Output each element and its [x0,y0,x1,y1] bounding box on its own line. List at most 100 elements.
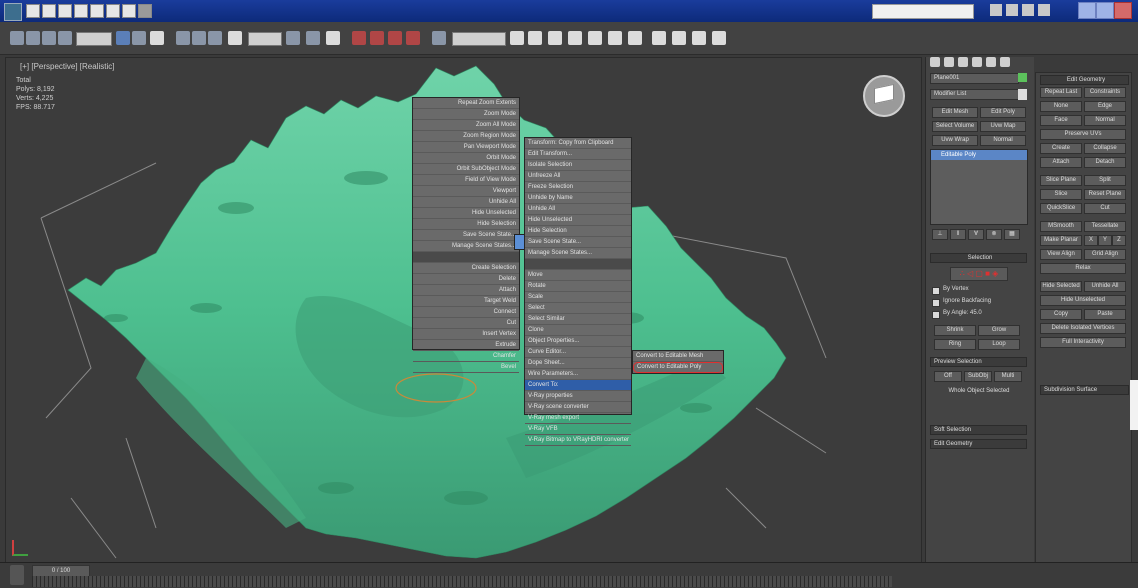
spinner-snap-icon[interactable] [406,31,420,45]
modifier-button[interactable]: Uvw Wrap [932,135,978,146]
modifier-stack[interactable]: Editable Poly [930,149,1028,225]
quad-menu-item[interactable]: Scale [525,292,631,303]
full-interactivity-checkbox[interactable]: Full Interactivity [1040,337,1126,348]
quad-menu-item[interactable]: Unfreeze All [525,171,631,182]
modifier-button[interactable]: Select Volume [932,121,978,132]
coordinate-system-dropdown[interactable] [248,32,282,46]
grid-align-button[interactable]: Grid Align [1084,249,1126,260]
hierarchy-tab-icon[interactable] [958,57,968,67]
create-button[interactable]: Create [1040,143,1082,154]
utilities-tab-icon[interactable] [1000,57,1010,67]
quad-menu-item[interactable]: Repeat Zoom Extents [413,98,519,109]
help-icon[interactable] [1038,4,1050,16]
select-object-icon[interactable] [116,31,130,45]
shrink-button[interactable]: Shrink [934,325,976,336]
copy-button[interactable]: Copy [1040,309,1082,320]
redo-icon[interactable] [90,4,104,18]
snaps-toggle-icon[interactable] [352,31,366,45]
quad-menu-item[interactable]: V-Ray mesh export [525,413,631,424]
quad-menu-item[interactable]: Target Weld [413,296,519,307]
quad-menu-item[interactable]: Hide Selection [525,226,631,237]
minimize-button[interactable] [1078,2,1096,19]
quad-menu-item[interactable]: Wire Parameters... [525,369,631,380]
quad-menu-item[interactable]: V-Ray Bitmap to VRayHDRI converter [525,435,631,446]
hide-unselected-button[interactable]: Hide Unselected [1040,295,1126,306]
quad-menu-item[interactable]: Orbit SubObject Mode [413,164,519,175]
display-tab-icon[interactable] [986,57,996,67]
select-manipulate-icon[interactable] [306,31,320,45]
selection-filter-dropdown[interactable] [76,32,112,46]
make-unique-icon[interactable]: ∀ [968,229,984,240]
reference-coordinate-icon[interactable] [228,31,242,45]
make-planar-button[interactable]: Make Planar [1040,235,1082,246]
close-button[interactable] [1114,2,1132,19]
layer-manager-icon[interactable] [548,31,562,45]
quad-menu-item[interactable]: Edit Transform... [525,149,631,160]
quad-menu-item[interactable]: Clone [525,325,631,336]
hide-selected-button[interactable]: Hide Selected [1040,281,1082,292]
quad-menu-item[interactable]: V-Ray VFB [525,424,631,435]
constraint-none-radio[interactable]: None [1040,101,1082,112]
quad-menu-item[interactable]: Move [525,270,631,281]
slice-button[interactable]: Slice [1040,189,1082,200]
quad-menu-item[interactable]: Chamfer [413,351,519,362]
mini-curve-editor-icon[interactable] [10,565,24,585]
convert-to-editable-mesh-item[interactable]: Convert to Editable Mesh [633,351,723,362]
show-end-result-icon[interactable]: ‖ [950,229,966,240]
quad-menu-item[interactable]: Extrude [413,340,519,351]
pivot-center-icon[interactable] [286,31,300,45]
new-icon[interactable] [26,4,40,18]
quad-menu-item[interactable]: Orbit Mode [413,153,519,164]
viewcube[interactable] [863,75,905,117]
toolbar-dropdown-icon[interactable] [712,31,726,45]
infocenter-icon[interactable] [990,4,1002,16]
open-icon[interactable] [42,4,56,18]
app-icon[interactable] [4,3,22,21]
mirror-icon[interactable] [510,31,524,45]
undo-icon[interactable] [74,4,88,18]
panel-scrollbar[interactable] [1130,380,1138,430]
quad-menu-item[interactable]: Dope Sheet... [525,358,631,369]
render-iterative-icon[interactable] [692,31,706,45]
unhide-all-button[interactable]: Unhide All [1084,281,1126,292]
modifier-button[interactable]: Edit Poly [980,107,1026,118]
quad-menu-item[interactable]: Transform: Copy from Clipboard [525,138,631,149]
schematic-view-icon[interactable] [588,31,602,45]
preview-subobj-radio[interactable]: SubObj [964,371,992,382]
hold-icon[interactable] [106,4,120,18]
modifier-dropdown-arrow-icon[interactable] [1018,89,1027,100]
edit-geometry-title[interactable]: Edit Geometry [1040,75,1129,85]
percent-snap-icon[interactable] [388,31,402,45]
slice-plane-button[interactable]: Slice Plane [1040,175,1082,186]
quad-menu-item[interactable]: Pan Viewport Mode [413,142,519,153]
quad-menu-item[interactable]: Field of View Mode [413,175,519,186]
msmooth-button[interactable]: MSmooth [1040,221,1082,232]
quad-menu-item[interactable]: Attach [413,285,519,296]
quad-menu-item[interactable]: V-Ray scene converter [525,402,631,413]
dropdown-icon[interactable] [138,4,152,18]
planar-y-button[interactable]: Y [1098,235,1112,246]
motion-tab-icon[interactable] [972,57,982,67]
time-ruler[interactable] [32,576,892,587]
configure-modifier-sets-icon[interactable]: ▦ [1004,229,1020,240]
quad-menu-item[interactable]: Insert Vertex [413,329,519,340]
checkbox[interactable] [932,287,940,295]
keyboard-shortcut-icon[interactable] [326,31,340,45]
viewcube-box-icon[interactable] [874,83,894,105]
quad-menu-item[interactable]: Hide Unselected [525,215,631,226]
subobject-level-icons[interactable]: ∴ ◁ ▢ ■ ◈ [950,267,1008,281]
render-setup-icon[interactable] [628,31,642,45]
undo-tool-icon[interactable] [10,31,24,45]
communication-icon[interactable] [1006,4,1018,16]
remove-modifier-icon[interactable]: ⊗ [986,229,1002,240]
rectangular-selection-icon[interactable] [150,31,164,45]
maximize-button[interactable] [1096,2,1114,19]
planar-z-button[interactable]: Z [1112,235,1126,246]
relax-button[interactable]: Relax [1040,263,1126,274]
checkbox[interactable] [932,299,940,307]
angle-snap-icon[interactable] [370,31,384,45]
quad-menu-item[interactable]: Select [525,303,631,314]
modifier-list-dropdown[interactable]: Modifier List [930,89,1019,100]
quad-menu-item[interactable]: Connect [413,307,519,318]
collapse-button[interactable]: Collapse [1084,143,1126,154]
